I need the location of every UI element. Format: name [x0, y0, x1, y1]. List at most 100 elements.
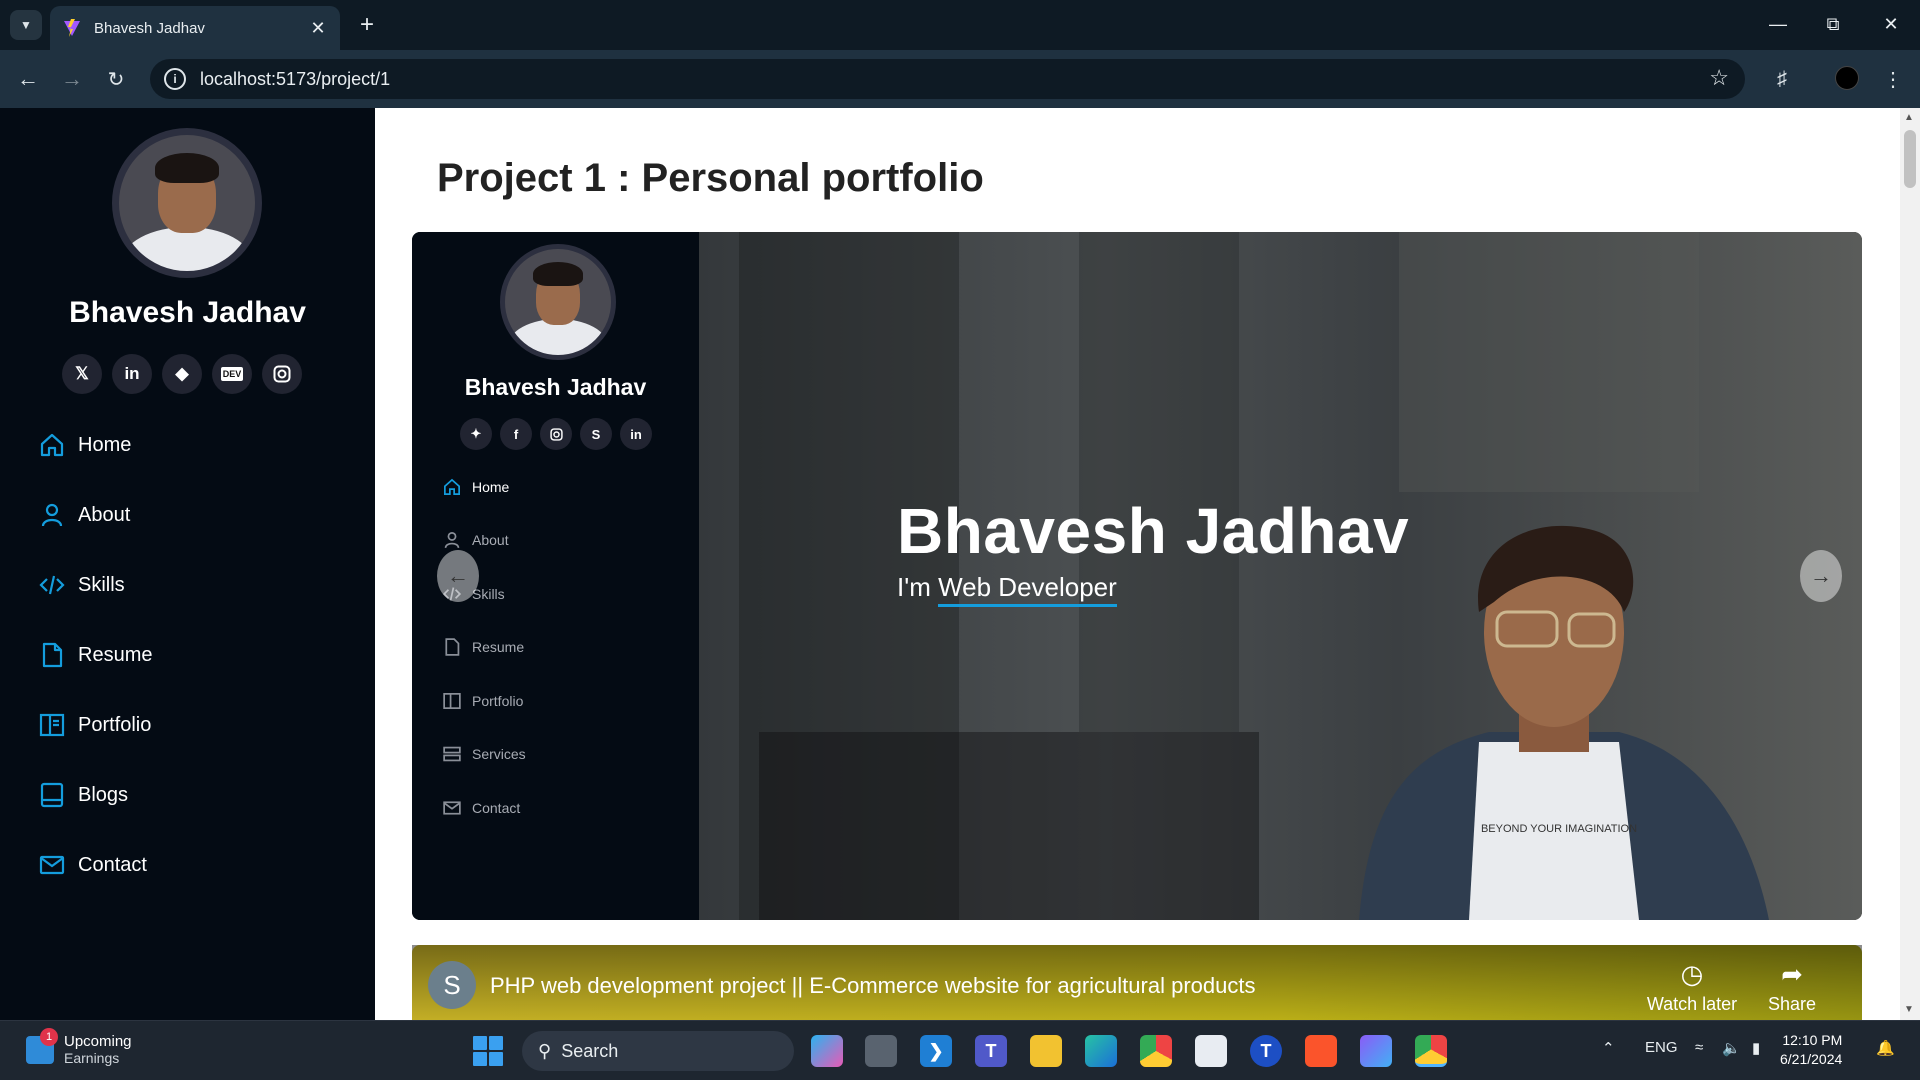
chrome-active-icon[interactable] — [1415, 1035, 1447, 1067]
share-arrow-icon: ➦ — [1781, 959, 1803, 989]
restore-icon[interactable]: ⧉ — [1810, 8, 1856, 40]
carousel-next-button[interactable]: → — [1800, 550, 1842, 602]
youtube-embed[interactable]: S PHP web development project || E-Comme… — [412, 945, 1862, 1020]
minimize-icon[interactable]: — — [1755, 8, 1801, 40]
reload-icon[interactable]: ↻ — [100, 63, 132, 95]
scroll-up-icon[interactable]: ▲ — [1904, 112, 1914, 123]
home-icon — [40, 433, 64, 457]
sidebar-item-contact[interactable]: Contact — [38, 830, 152, 900]
browser-toolbar: ← → ↻ i localhost:5173/project/1 ☆ ♯ ⋮ — [0, 50, 1920, 108]
vscode-icon[interactable]: ❯ — [920, 1035, 952, 1067]
search-icon: ⚲ — [538, 1040, 552, 1061]
share-button[interactable]: ➦ Share — [1742, 959, 1842, 1015]
web-page: Bhavesh Jadhav 𝕏 in ◆ DEV Home About Ski… — [0, 108, 1920, 1020]
new-tab-button[interactable]: + — [352, 10, 382, 40]
video-title[interactable]: PHP web development project || E-Commerc… — [490, 973, 1255, 999]
more-menu-icon[interactable]: ⋮ — [1878, 64, 1908, 94]
person-photo: BEYOND YOUR IMAGINATION — [1359, 525, 1769, 920]
sidebar-item-portfolio[interactable]: Portfolio — [38, 690, 152, 760]
taskbar-search[interactable]: ⚲ Search — [522, 1031, 794, 1071]
page-title: Project 1 : Personal portfolio — [437, 156, 984, 200]
microsoft-store-icon[interactable] — [1195, 1035, 1227, 1067]
preview-hero-photo: Bhavesh Jadhav I'm Web Developer BEYOND … — [699, 232, 1862, 920]
project-screenshot-carousel: Bhavesh Jadhav ✦ f S in Home About Skill… — [412, 232, 1862, 920]
sidebar-item-resume[interactable]: Resume — [38, 620, 152, 690]
main-content: Project 1 : Personal portfolio Bhavesh J… — [375, 108, 1900, 1020]
start-button[interactable] — [473, 1036, 503, 1066]
close-tab-icon[interactable]: ✕ — [308, 18, 328, 39]
scroll-down-icon[interactable]: ▼ — [1904, 1004, 1914, 1015]
volume-icon[interactable]: 🔈 — [1722, 1039, 1741, 1057]
hero-role: I'm Web Developer — [897, 572, 1117, 607]
linkedin-icon[interactable]: in — [112, 354, 152, 394]
sidebar-item-label: Blogs — [78, 783, 129, 806]
sidebar-item-about[interactable]: About — [38, 480, 152, 550]
copilot-icon[interactable] — [811, 1035, 843, 1067]
tray-chevron-up-icon[interactable]: ⌃ — [1602, 1039, 1615, 1057]
carousel-prev-button[interactable]: ← — [437, 550, 479, 602]
preview-avatar-photo — [500, 244, 616, 360]
notification-bell-icon[interactable]: 🔔 — [1876, 1039, 1895, 1057]
file-explorer-icon[interactable] — [1030, 1035, 1062, 1067]
language-indicator[interactable]: ENG — [1645, 1039, 1678, 1056]
dev-icon[interactable]: DEV — [212, 354, 252, 394]
vite-app-icon[interactable] — [1360, 1035, 1392, 1067]
watch-later-button[interactable]: ◷ Watch later — [1642, 959, 1742, 1015]
task-view-icon[interactable] — [865, 1035, 897, 1067]
skype-icon: S — [580, 418, 612, 450]
preview-nav: Home About Skills Resume Portfolio Servi… — [442, 460, 526, 835]
code-icon — [39, 575, 65, 595]
back-arrow-icon[interactable]: ← — [12, 63, 44, 95]
envelope-icon — [39, 855, 65, 875]
close-window-icon[interactable]: ✕ — [1868, 8, 1914, 40]
x-icon[interactable]: 𝕏 — [62, 354, 102, 394]
person-icon — [41, 503, 63, 527]
sidebar: Bhavesh Jadhav 𝕏 in ◆ DEV Home About Ski… — [0, 108, 375, 1020]
app-t-icon[interactable]: T — [1250, 1035, 1282, 1067]
wifi-icon[interactable]: ≈ — [1695, 1039, 1703, 1056]
sidebar-item-skills[interactable]: Skills — [38, 550, 152, 620]
preview-nav-contact: Contact — [442, 781, 526, 835]
envelope-icon — [443, 801, 461, 815]
bookmark-star-icon[interactable]: ☆ — [1709, 65, 1729, 91]
preview-nav-portfolio: Portfolio — [442, 674, 526, 728]
home-icon — [444, 478, 460, 495]
site-info-icon[interactable]: i — [164, 68, 186, 90]
widgets-button[interactable]: 1 Upcoming Earnings — [26, 1027, 132, 1066]
scrollbar-thumb[interactable] — [1904, 130, 1916, 188]
sidebar-item-label: About — [78, 503, 131, 526]
brave-icon[interactable] — [1305, 1035, 1337, 1067]
profile-avatar[interactable] — [1835, 66, 1859, 90]
arrow-right-icon: → — [1810, 563, 1832, 588]
page-scrollbar[interactable]: ▲ ▼ — [1900, 108, 1920, 1020]
instagram-icon[interactable] — [262, 354, 302, 394]
preview-nav-resume: Resume — [442, 621, 526, 675]
gitlab-icon[interactable]: ◆ — [162, 354, 202, 394]
sidebar-item-blogs[interactable]: Blogs — [38, 760, 152, 830]
sidebar-item-label: Resume — [78, 643, 153, 666]
preview-nav-home: Home — [442, 460, 526, 514]
sidebar-item-label: Home — [78, 433, 132, 456]
sidebar-nav: Home About Skills Resume Portfolio Blogs — [38, 410, 152, 900]
address-bar[interactable]: i localhost:5173/project/1 ☆ — [150, 59, 1745, 99]
preview-social-links: ✦ f S in — [460, 418, 652, 450]
clock[interactable]: 12:10 PM 6/21/2024 — [1780, 1031, 1842, 1069]
chrome-icon[interactable] — [1140, 1035, 1172, 1067]
sidebar-item-home[interactable]: Home — [38, 410, 152, 480]
battery-icon[interactable]: ▮ — [1752, 1039, 1760, 1057]
forward-arrow-icon[interactable]: → — [56, 63, 88, 95]
notification-badge: 1 — [40, 1027, 58, 1046]
book-icon — [443, 692, 461, 709]
extensions-puzzle-icon[interactable]: ♯ — [1767, 64, 1797, 94]
sidebar-item-label: Contact — [78, 853, 147, 876]
linkedin-icon: in — [620, 418, 652, 450]
edge-icon[interactable] — [1085, 1035, 1117, 1067]
tab-search-button[interactable]: ▼ — [10, 10, 42, 40]
browser-tab[interactable]: Bhavesh Jadhav ✕ — [50, 6, 340, 50]
clock-icon: ◷ — [1680, 959, 1704, 989]
browser-tab-bar: ▼ Bhavesh Jadhav ✕ + — ⧉ ✕ — [0, 0, 1920, 50]
channel-avatar[interactable]: S — [428, 961, 476, 1009]
preview-nav-services: Services — [442, 728, 526, 782]
teams-icon[interactable]: T — [975, 1035, 1007, 1067]
file-icon — [42, 642, 63, 668]
